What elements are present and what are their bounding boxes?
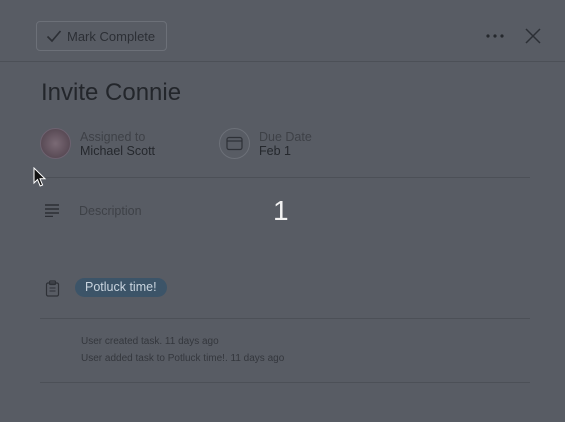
calendar-icon [219, 128, 250, 159]
task-detail-panel: Mark Complete Invite Connie Assigned to … [0, 0, 565, 422]
clipboard-icon [45, 280, 60, 297]
ellipsis-icon[interactable] [484, 27, 506, 45]
divider [40, 382, 530, 383]
activity-item: User added task to Potluck time!. 11 day… [81, 353, 285, 364]
assignee-field[interactable]: Assigned to Michael Scott [40, 128, 210, 160]
description-input[interactable]: Description [79, 204, 142, 218]
mark-complete-label: Mark Complete [67, 28, 156, 44]
due-date-value: Feb 1 [259, 144, 291, 158]
task-toolbar: Mark Complete [0, 0, 565, 62]
project-section-placeholder [83, 299, 171, 309]
task-title[interactable]: Invite Connie [41, 79, 181, 107]
mouse-cursor-icon [33, 167, 47, 187]
due-date-label: Due Date [259, 130, 312, 144]
assignee-name: Michael Scott [80, 144, 156, 158]
assignee-label: Assigned to [80, 130, 146, 144]
divider [40, 177, 530, 178]
mark-complete-button[interactable]: Mark Complete [36, 21, 167, 51]
close-icon[interactable] [523, 26, 543, 46]
step-number-overlay: 1 [273, 195, 289, 226]
activity-item: User created task. 11 days ago [81, 336, 219, 347]
project-tag[interactable]: Potluck time! [75, 278, 167, 297]
description-icon [45, 204, 59, 217]
avatar [40, 128, 71, 159]
checkmark-icon [46, 30, 62, 43]
due-date-field[interactable]: Due Date Feb 1 [219, 128, 359, 160]
divider [40, 318, 530, 319]
